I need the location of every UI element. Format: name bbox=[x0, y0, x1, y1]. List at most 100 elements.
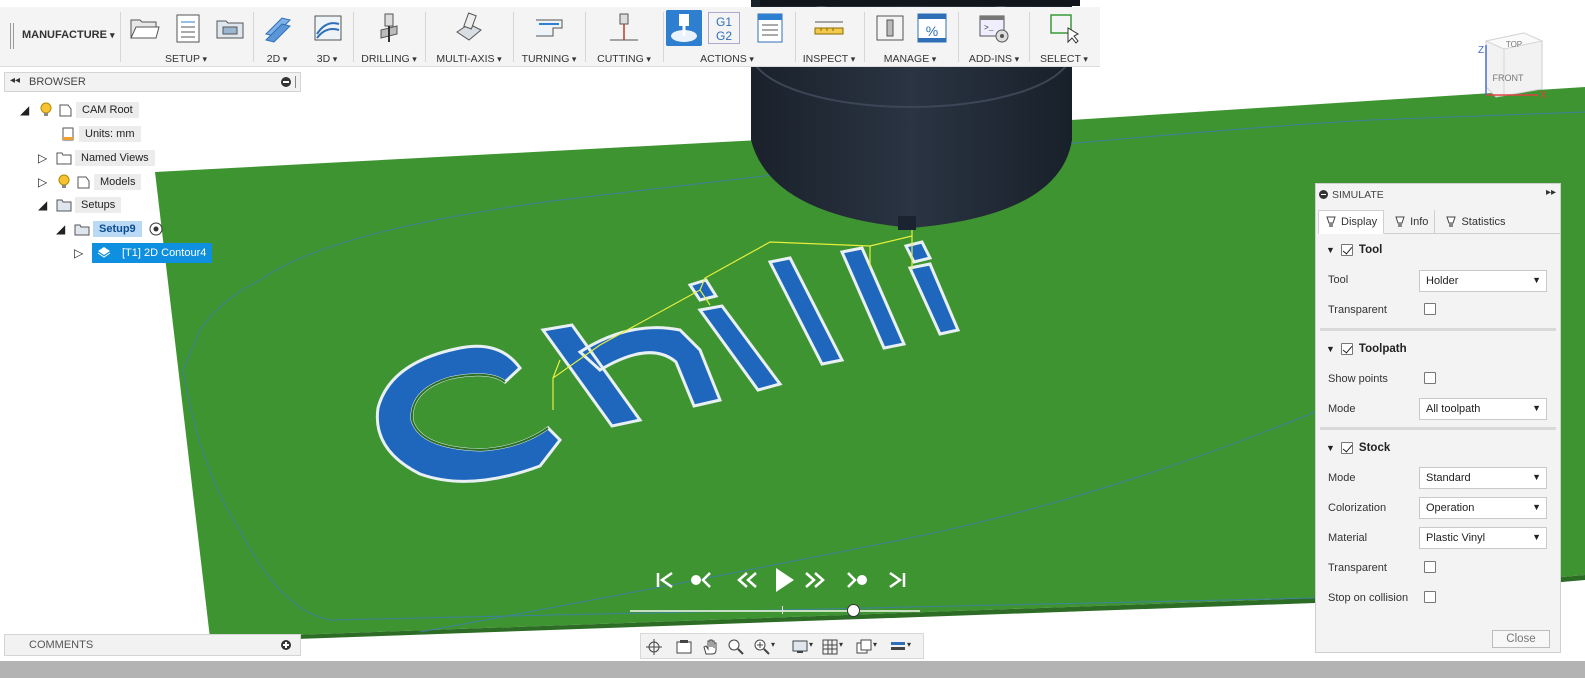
chevron-down-icon[interactable]: ▾ bbox=[839, 640, 843, 649]
toolbar-grip[interactable] bbox=[10, 23, 14, 49]
tree-item-setup9[interactable]: ◢ Setup9 bbox=[56, 219, 167, 239]
collapse-triangle-icon[interactable]: ▼ bbox=[1326, 344, 1335, 354]
add-comment-icon[interactable] bbox=[281, 640, 291, 650]
close-button[interactable]: Close bbox=[1492, 630, 1550, 648]
setup-sheet-doc-icon[interactable] bbox=[754, 12, 786, 44]
collapse-triangle-icon[interactable]: ▼ bbox=[1326, 245, 1335, 255]
environment-icon[interactable] bbox=[889, 638, 907, 656]
material-select[interactable]: Plastic Vinyl ▼ bbox=[1419, 527, 1547, 549]
play-icon[interactable] bbox=[772, 566, 796, 594]
zoom-icon[interactable] bbox=[727, 638, 745, 656]
turning-icon[interactable] bbox=[533, 12, 565, 44]
simulate-icon[interactable] bbox=[666, 10, 702, 46]
tool-library-icon[interactable] bbox=[874, 12, 906, 44]
toolpath-section-header[interactable]: ▼ Toolpath bbox=[1326, 343, 1407, 355]
stock-mode-select[interactable]: Standard ▼ bbox=[1419, 467, 1547, 489]
expand-triangle-icon[interactable]: ▷ bbox=[74, 247, 86, 259]
minimize-browser-icon[interactable] bbox=[281, 77, 291, 87]
toolbar-group-3d[interactable]: 3D bbox=[304, 7, 350, 67]
minimize-simulate-icon[interactable] bbox=[1319, 190, 1328, 199]
expand-panel-icon[interactable]: ▸▸ bbox=[1546, 187, 1556, 198]
tree-item-setups[interactable]: ◢ Setups bbox=[38, 195, 122, 215]
toolbar-group-2d[interactable]: 2D bbox=[256, 7, 298, 67]
measure-icon[interactable] bbox=[813, 12, 845, 44]
chevron-down-icon[interactable]: ▾ bbox=[771, 640, 775, 649]
toolbar-group-cutting[interactable]: CUTTING bbox=[588, 7, 660, 67]
viewcube-top-label[interactable]: TOP bbox=[1506, 40, 1522, 49]
collapse-panel-icon[interactable]: ◂◂ bbox=[10, 75, 20, 86]
folder-open-icon[interactable] bbox=[128, 12, 160, 44]
lightbulb-icon[interactable] bbox=[38, 102, 54, 118]
collapse-triangle-icon[interactable]: ◢ bbox=[20, 104, 32, 116]
zoom-window-icon[interactable] bbox=[753, 638, 771, 656]
next-operation-icon[interactable] bbox=[846, 569, 868, 591]
lightbulb-icon[interactable] bbox=[56, 174, 72, 190]
pan-hand-icon[interactable] bbox=[701, 638, 719, 656]
scripts-addins-icon[interactable]: >_ bbox=[978, 12, 1010, 44]
collapse-triangle-icon[interactable]: ◢ bbox=[38, 199, 50, 211]
tree-item-2d-contour4[interactable]: ▷ [T1] 2D Contour4 bbox=[74, 243, 213, 263]
toolbar-group-select[interactable]: SELECT bbox=[1032, 7, 1096, 67]
skip-to-end-icon[interactable] bbox=[886, 569, 908, 591]
tab-display[interactable]: Display bbox=[1318, 210, 1385, 234]
simulation-timeline[interactable] bbox=[630, 610, 920, 612]
grid-icon[interactable] bbox=[821, 638, 839, 656]
panel-resize-handle[interactable] bbox=[295, 76, 298, 88]
tool-transparent-checkbox[interactable] bbox=[1424, 303, 1436, 315]
multi-axis-icon[interactable] bbox=[453, 12, 485, 44]
toolbar-group-turning[interactable]: TURNING bbox=[516, 7, 582, 67]
post-library-icon[interactable]: % bbox=[916, 12, 948, 44]
stock-section-header[interactable]: ▼ Stock bbox=[1326, 442, 1390, 454]
chevron-down-icon[interactable]: ▾ bbox=[873, 640, 877, 649]
toolbar-group-manage[interactable]: % MANAGE bbox=[866, 7, 954, 67]
toolbar-group-inspect[interactable]: INSPECT bbox=[798, 7, 860, 67]
3d-milling-icon[interactable] bbox=[312, 12, 344, 44]
activate-target-icon[interactable] bbox=[148, 221, 164, 237]
timeline-slider-knob[interactable] bbox=[847, 604, 860, 617]
toolbar-group-actions[interactable]: G1 G2 ACTIONS bbox=[664, 7, 790, 67]
previous-operation-icon[interactable] bbox=[690, 569, 712, 591]
tool-select[interactable]: Holder ▼ bbox=[1419, 270, 1547, 292]
tree-item-named-views[interactable]: ▷ Named Views bbox=[38, 148, 155, 168]
viewcube-front-label[interactable]: FRONT bbox=[1493, 73, 1524, 83]
view-cube[interactable]: TOP FRONT Z X bbox=[1476, 27, 1550, 101]
expand-triangle-icon[interactable]: ▷ bbox=[38, 176, 50, 188]
2d-milling-icon[interactable] bbox=[262, 12, 294, 44]
tool-section-header[interactable]: ▼ Tool bbox=[1326, 244, 1382, 256]
toolbar-group-multi-axis[interactable]: MULTI-AXIS bbox=[428, 7, 510, 67]
toolbar-group-drilling[interactable]: DRILLING bbox=[356, 7, 422, 67]
tab-statistics[interactable]: Statistics bbox=[1435, 210, 1511, 234]
look-at-icon[interactable] bbox=[675, 638, 693, 656]
tool-visible-checkbox[interactable] bbox=[1340, 244, 1353, 256]
orbit-icon[interactable] bbox=[645, 638, 663, 656]
toolpath-visible-checkbox[interactable] bbox=[1340, 343, 1353, 355]
step-back-icon[interactable] bbox=[736, 569, 758, 591]
stock-transparent-checkbox[interactable] bbox=[1424, 561, 1436, 573]
viewports-icon[interactable] bbox=[855, 638, 873, 656]
stop-on-collision-checkbox[interactable] bbox=[1424, 591, 1436, 603]
cutting-icon[interactable] bbox=[608, 12, 640, 44]
select-icon[interactable] bbox=[1048, 12, 1080, 44]
drill-icon[interactable] bbox=[373, 12, 405, 44]
expand-triangle-icon[interactable]: ▷ bbox=[38, 152, 50, 164]
toolpath-mode-select[interactable]: All toolpath ▼ bbox=[1419, 398, 1547, 420]
display-settings-icon[interactable] bbox=[791, 638, 809, 656]
colorization-select[interactable]: Operation ▼ bbox=[1419, 497, 1547, 519]
folder-setup-icon[interactable] bbox=[214, 12, 246, 44]
stock-visible-checkbox[interactable] bbox=[1340, 442, 1353, 454]
chevron-down-icon[interactable]: ▾ bbox=[907, 640, 911, 649]
toolbar-group-add-ins[interactable]: >_ ADD-INS bbox=[962, 7, 1026, 67]
collapse-triangle-icon[interactable]: ◢ bbox=[56, 223, 68, 235]
tree-item-models[interactable]: ▷ Models bbox=[38, 172, 142, 192]
toolbar-group-setup[interactable]: SETUP bbox=[122, 7, 250, 67]
tab-info[interactable]: Info bbox=[1384, 210, 1436, 234]
tree-item-units[interactable]: Units: mm bbox=[60, 124, 141, 144]
show-points-checkbox[interactable] bbox=[1424, 372, 1436, 384]
chevron-down-icon[interactable]: ▾ bbox=[809, 640, 813, 649]
step-forward-icon[interactable] bbox=[804, 569, 826, 591]
skip-to-start-icon[interactable] bbox=[654, 569, 676, 591]
collapse-triangle-icon[interactable]: ▼ bbox=[1326, 443, 1335, 453]
setup-sheet-icon[interactable] bbox=[172, 12, 204, 44]
post-process-g1g2-icon[interactable]: G1 G2 bbox=[708, 12, 740, 44]
workspace-switcher[interactable]: MANUFACTURE ▾ bbox=[22, 29, 115, 41]
